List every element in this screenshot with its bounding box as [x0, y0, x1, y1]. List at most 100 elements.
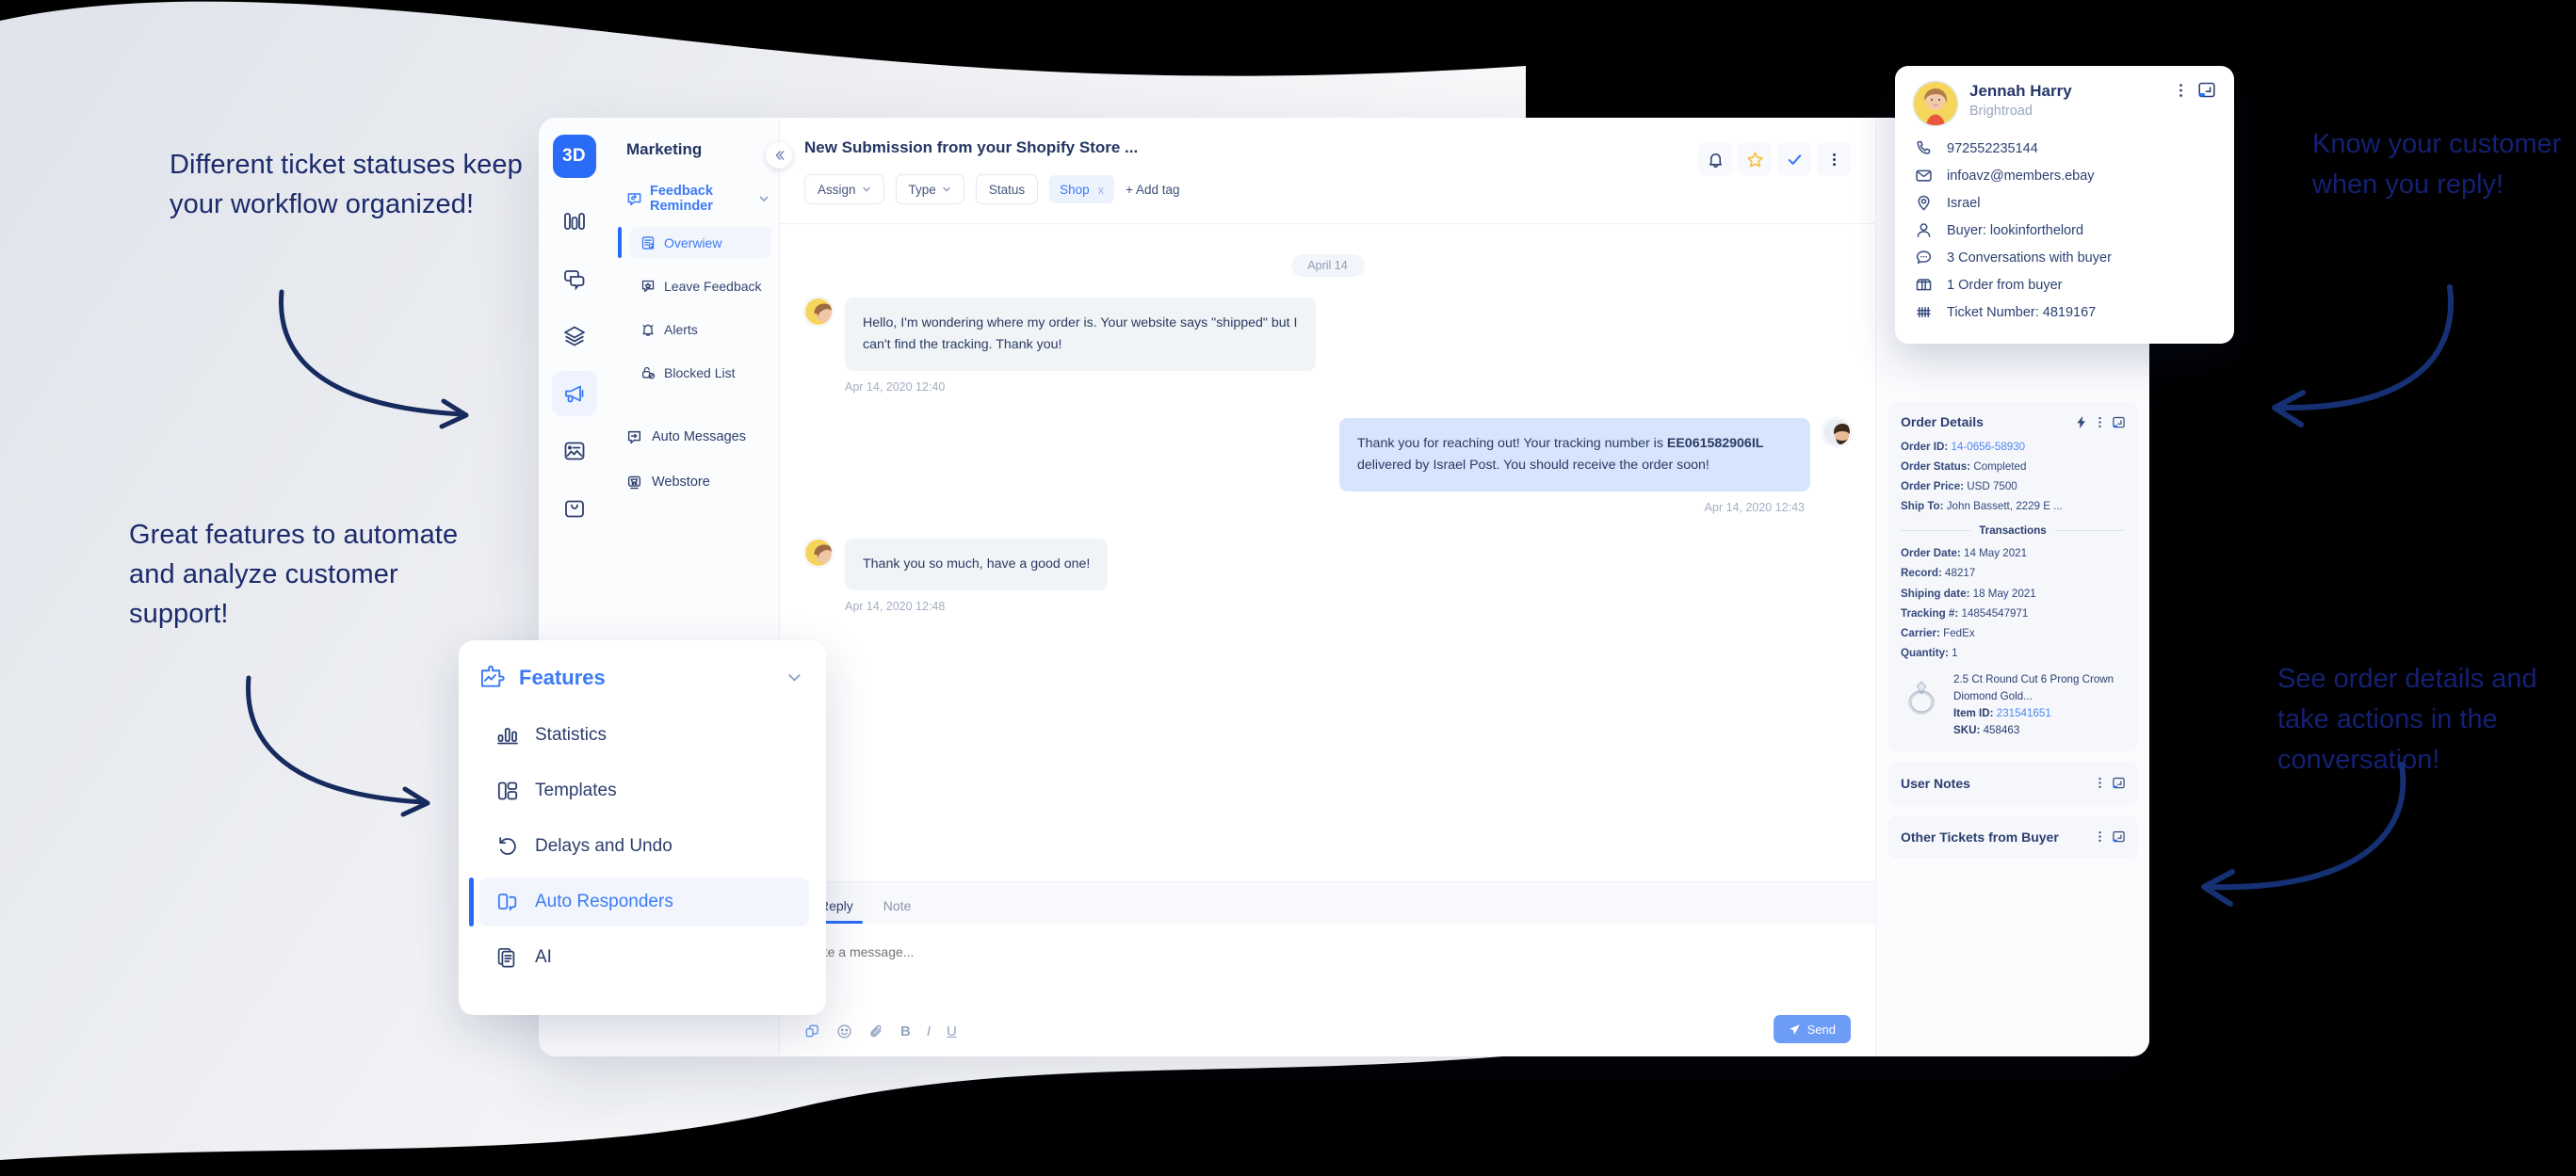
nav-group-label: Feedback Reminder	[650, 184, 713, 214]
reply-composer: Reply Note B I U	[780, 881, 1875, 1056]
message-timestamp: Apr 14, 2020 12:40	[845, 380, 946, 394]
more-vertical-icon[interactable]	[2175, 83, 2187, 98]
tab-note[interactable]: Note	[868, 898, 927, 924]
image-card-icon[interactable]	[552, 428, 597, 474]
features-card-header[interactable]: Features	[459, 665, 826, 690]
expand-icon[interactable]	[2113, 830, 2125, 843]
features-item-label: AI	[535, 947, 552, 967]
product-sku: 458463	[1983, 723, 2020, 736]
star-icon[interactable]	[1738, 142, 1772, 176]
message-row: Thank you so much, have a good one!	[804, 539, 1851, 590]
leave-feedback-icon	[640, 279, 656, 294]
features-item-ai[interactable]: AI	[479, 933, 809, 982]
message-bubble: Thank you for reaching out! Your trackin…	[1339, 418, 1810, 491]
order-id-value[interactable]: 14-0656-58930	[1951, 441, 2025, 453]
sidebar-item-label: Leave Feedback	[664, 278, 762, 294]
attachment-icon[interactable]	[868, 1023, 884, 1039]
collapse-sidebar-button[interactable]	[766, 142, 792, 169]
customer-ticket-row[interactable]: Ticket Number: 4819167	[1914, 298, 2215, 326]
sidebar-item-alerts[interactable]: Alerts	[630, 314, 771, 345]
product-info: 2.5 Ct Round Cut 6 Prong Crown Diomond G…	[1953, 671, 2125, 739]
filter-type[interactable]: Type	[895, 174, 964, 204]
product-item-id[interactable]: 231541651	[1997, 707, 2051, 719]
customer-email: infoavz@members.ebay	[1947, 168, 2095, 184]
lightning-icon[interactable]	[2076, 415, 2087, 428]
other-tickets-card[interactable]: Other Tickets from Buyer	[1887, 814, 2138, 859]
features-item-auto-responders[interactable]: Auto Responders	[469, 878, 809, 926]
emoji-icon[interactable]	[836, 1023, 852, 1039]
nav-group-feedback-reminder[interactable]: Feedback Reminder	[609, 184, 779, 214]
layers-icon[interactable]	[552, 314, 597, 359]
customer-buyer-row[interactable]: Buyer: lookinforthelord	[1914, 217, 2215, 244]
annotation-great-features: Great features to automate and analyze c…	[129, 520, 459, 629]
conversations-icon[interactable]	[552, 256, 597, 301]
bell-icon[interactable]	[1698, 142, 1732, 176]
customer-orders-row[interactable]: 1 Order from buyer	[1914, 271, 2215, 298]
statistics-bars-icon	[495, 724, 520, 747]
conversation-actions	[1698, 142, 1851, 176]
more-vertical-icon[interactable]	[2095, 777, 2105, 789]
alerts-bell-icon	[640, 322, 656, 337]
ai-docs-icon	[495, 946, 520, 969]
chevron-down-icon[interactable]	[786, 669, 803, 686]
sidebar-item-webstore[interactable]: Webstore	[609, 466, 779, 498]
annotation-ticket-statuses: Different ticket statuses keep your work…	[170, 150, 523, 219]
sidebar-item-blocked-list[interactable]: Blocked List	[630, 357, 771, 388]
message-bubble: Hello, I'm wondering where my order is. …	[845, 298, 1316, 371]
shopping-bag-icon[interactable]	[552, 486, 597, 531]
customer-phone-row[interactable]: 972552235144	[1914, 135, 2215, 162]
bold-icon[interactable]: B	[900, 1023, 911, 1039]
add-tag-button[interactable]: + Add tag	[1126, 183, 1179, 197]
other-tickets-title: Other Tickets from Buyer	[1901, 829, 2059, 845]
sidebar-item-label: Blocked List	[664, 364, 736, 380]
nav-divider	[609, 400, 779, 421]
message-input[interactable]	[804, 944, 1433, 959]
canned-response-icon[interactable]	[804, 1023, 820, 1039]
tag-remove-icon[interactable]: x	[1098, 183, 1105, 197]
more-vertical-icon[interactable]	[2095, 416, 2105, 428]
italic-icon[interactable]: I	[927, 1023, 931, 1039]
conversation-toolbar: Assign Type Status Shop x + Add tag	[804, 142, 1851, 223]
order-field-price: Order Price: USD 7500	[1901, 480, 2017, 493]
expand-icon[interactable]	[2198, 82, 2215, 98]
expand-icon[interactable]	[2113, 777, 2125, 789]
txn-shipping-date: Shiping date: 18 May 2021	[1901, 587, 2036, 600]
customer-email-row[interactable]: infoavz@members.ebay	[1914, 162, 2215, 189]
more-vertical-icon[interactable]	[2095, 830, 2105, 843]
filter-assign[interactable]: Assign	[804, 174, 884, 204]
annotation-know-your-customer: Know your customer when you reply!	[2312, 129, 2562, 200]
chat-bubble-icon	[1914, 249, 1934, 266]
message-thread: April 14 Hello, I'm wondering where my o…	[780, 223, 1875, 881]
tag-shop[interactable]: Shop x	[1049, 175, 1115, 203]
check-icon[interactable]	[1777, 142, 1811, 176]
features-item-templates[interactable]: Templates	[479, 766, 809, 815]
features-item-statistics[interactable]: Statistics	[479, 711, 809, 760]
product-image	[1901, 673, 1944, 717]
filter-status[interactable]: Status	[975, 174, 1039, 204]
customer-conversations-row[interactable]: 3 Conversations with buyer	[1914, 244, 2215, 271]
sidebar-item-leave-feedback[interactable]: Leave Feedback	[630, 270, 771, 301]
user-notes-card[interactable]: User Notes	[1887, 761, 2138, 805]
features-item-delays-and-undo[interactable]: Delays and Undo	[479, 822, 809, 871]
statistics-bars-icon[interactable]	[552, 199, 597, 244]
underline-icon[interactable]: U	[947, 1023, 957, 1039]
customer-info-card: Jennah Harry Brightroad 972552235144 inf…	[1895, 66, 2234, 344]
customer-location: Israel	[1947, 195, 1981, 211]
chevron-down-icon	[943, 186, 950, 192]
chevron-down-icon[interactable]	[758, 193, 770, 204]
sidebar-item-auto-messages[interactable]: Auto Messages	[609, 421, 779, 453]
nav-title: Marketing	[626, 140, 703, 158]
app-logo[interactable]: 3D	[552, 135, 596, 178]
features-card-title: Features	[519, 665, 606, 689]
sidebar-item-overwiew[interactable]: Overwiew	[618, 227, 771, 258]
send-button[interactable]: Send	[1773, 1015, 1851, 1043]
features-item-label: Delays and Undo	[535, 836, 672, 856]
order-details-header: Order Details	[1901, 414, 2125, 429]
composer-toolbar: B I U Send	[780, 1015, 1875, 1056]
more-vertical-icon[interactable]	[1817, 142, 1851, 176]
features-item-label: Statistics	[535, 725, 608, 745]
date-divider: April 14	[1290, 254, 1365, 277]
customer-location-row[interactable]: Israel	[1914, 189, 2215, 217]
expand-icon[interactable]	[2113, 416, 2125, 428]
megaphone-icon[interactable]	[551, 371, 597, 416]
